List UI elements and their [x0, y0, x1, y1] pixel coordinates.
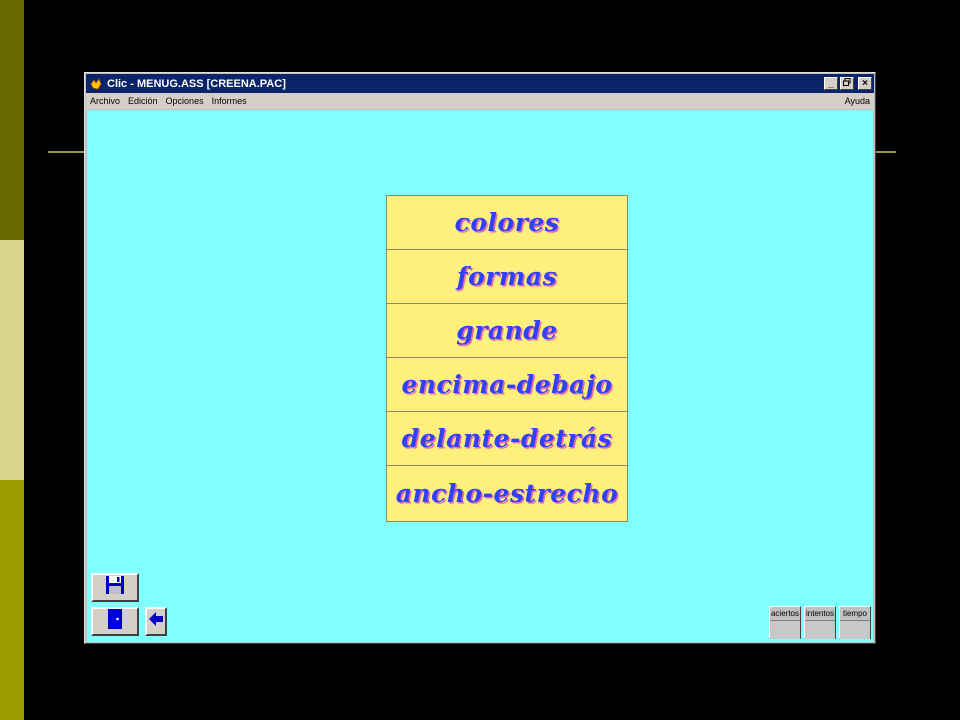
minimize-button[interactable]: _	[824, 77, 838, 90]
word-cell-ancho-estrecho[interactable]: ancho-estrecho	[387, 466, 627, 521]
word-label: colores	[454, 208, 560, 237]
menu-archivo[interactable]: Archivo	[86, 96, 124, 106]
aciertos-label: aciertos	[770, 607, 800, 621]
word-label: delante-detrás	[401, 424, 613, 453]
menu-edicion[interactable]: Edición	[124, 96, 162, 106]
clic-window: Clic - MENUG.ASS [CREENA.PAC] _ × Archiv…	[84, 72, 876, 644]
clic-app-icon[interactable]	[89, 77, 103, 91]
close-button[interactable]: ×	[858, 77, 872, 90]
activity-area: colores formas grande encima-debajo dela…	[87, 110, 873, 642]
tiempo-value	[840, 621, 870, 639]
slide-decor-middle	[0, 240, 24, 480]
floppy-disk-icon	[105, 575, 125, 600]
word-label: ancho-estrecho	[395, 479, 619, 508]
aciertos-value	[770, 621, 800, 639]
save-button[interactable]	[91, 573, 139, 602]
exit-button[interactable]	[91, 607, 139, 636]
word-cell-formas[interactable]: formas	[387, 250, 627, 304]
slide-decor-top	[0, 0, 24, 240]
restore-icon	[843, 78, 851, 89]
slide-rule-right	[874, 151, 896, 153]
slide-rule-left	[48, 151, 86, 153]
word-label: formas	[456, 262, 558, 291]
word-cell-colores[interactable]: colores	[387, 196, 627, 250]
intentos-value	[805, 621, 835, 639]
title-bar[interactable]: Clic - MENUG.ASS [CREENA.PAC] _ ×	[86, 74, 874, 93]
word-cell-grande[interactable]: grande	[387, 304, 627, 358]
exit-door-icon	[106, 608, 124, 635]
tiempo-label: tiempo	[840, 607, 870, 621]
menu-informes[interactable]: Informes	[208, 96, 251, 106]
restore-button[interactable]	[840, 77, 854, 90]
menu-ayuda[interactable]: Ayuda	[845, 96, 874, 106]
minimize-icon: _	[828, 77, 834, 89]
tiempo-counter: tiempo	[839, 606, 871, 639]
back-button[interactable]	[145, 607, 167, 636]
word-label: encima-debajo	[401, 370, 613, 399]
word-label: grande	[456, 316, 558, 345]
slide-decor-bottom	[0, 480, 24, 720]
aciertos-counter: aciertos	[769, 606, 801, 639]
window-title: Clic - MENUG.ASS [CREENA.PAC]	[107, 77, 286, 90]
menu-opciones[interactable]: Opciones	[162, 96, 208, 106]
intentos-counter: intentos	[804, 606, 836, 639]
close-icon: ×	[862, 77, 868, 89]
word-menu: colores formas grande encima-debajo dela…	[386, 195, 628, 522]
word-cell-delante-detras[interactable]: delante-detrás	[387, 412, 627, 466]
word-cell-encima-debajo[interactable]: encima-debajo	[387, 358, 627, 412]
arrow-left-icon	[148, 611, 164, 632]
intentos-label: intentos	[805, 607, 835, 621]
menu-bar: Archivo Edición Opciones Informes Ayuda	[86, 93, 874, 109]
